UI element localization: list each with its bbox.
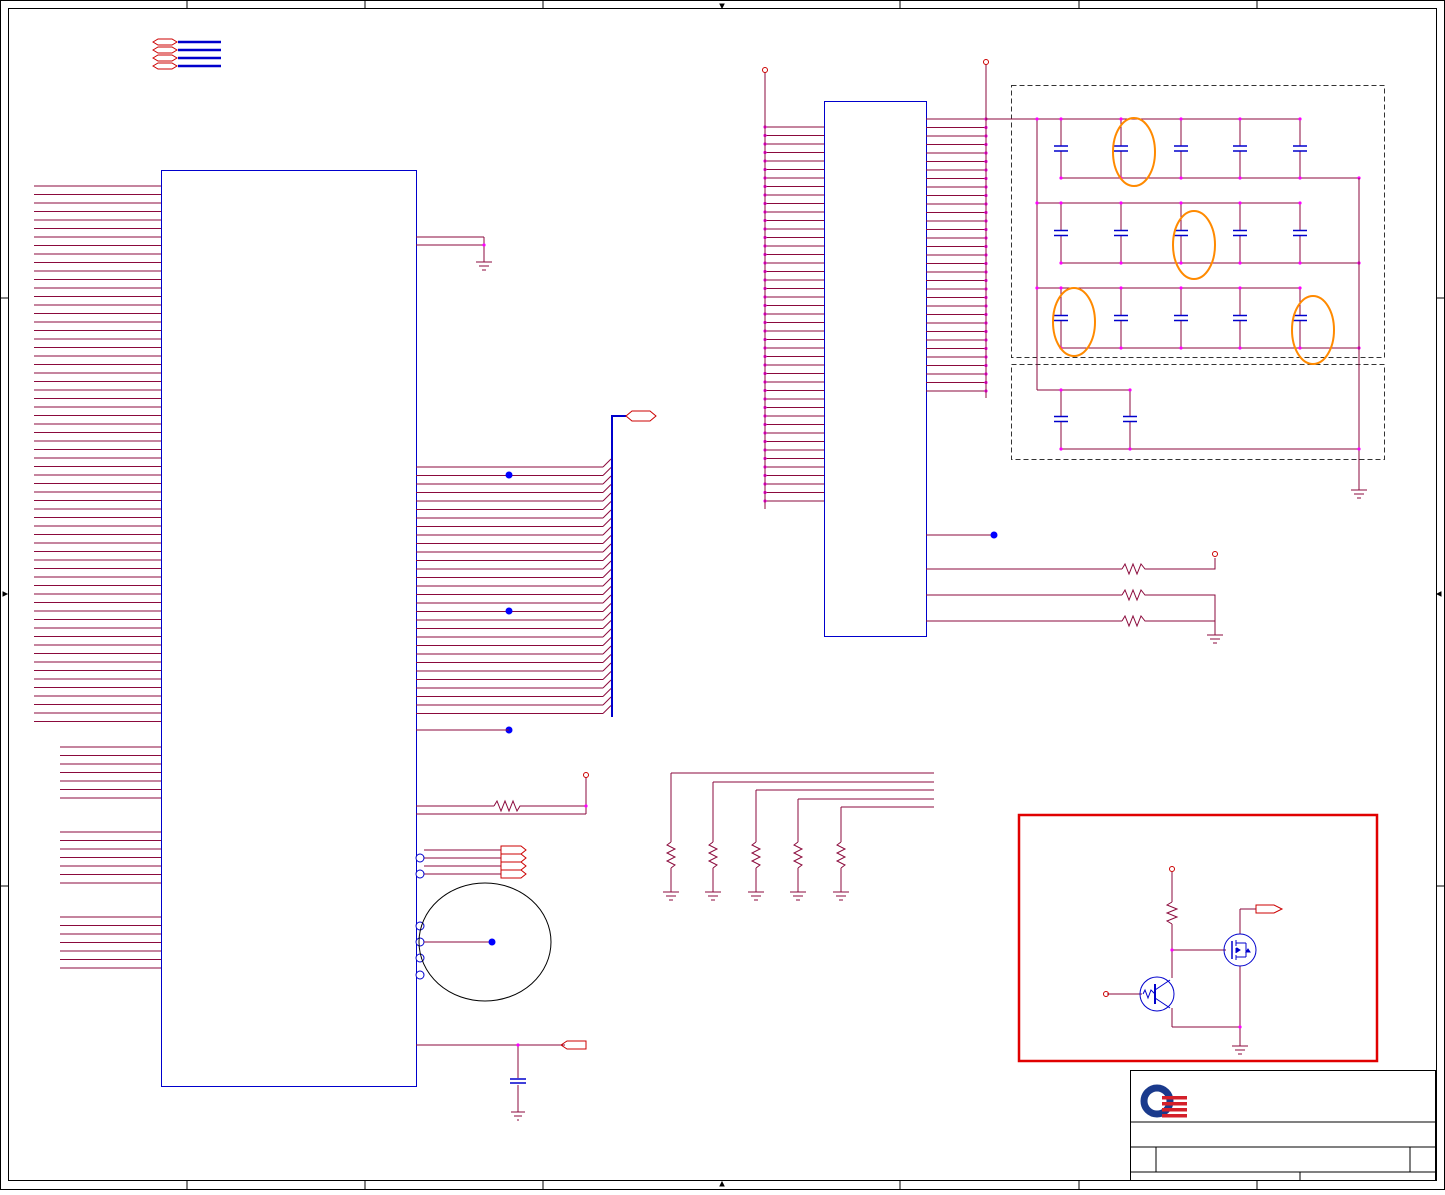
title-block bbox=[1130, 1070, 1436, 1181]
junction-dot bbox=[584, 804, 588, 808]
main-ic-right-bus-pins bbox=[416, 458, 612, 714]
data-bus bbox=[611, 410, 657, 717]
highlight-ellipse bbox=[1172, 210, 1216, 280]
ground-symbol bbox=[476, 261, 492, 271]
schematic-canvas bbox=[0, 0, 1445, 1190]
npn-transistor-icon[interactable] bbox=[1139, 976, 1175, 1012]
mosfet-icon[interactable] bbox=[1223, 933, 1257, 967]
main-ic-body[interactable] bbox=[161, 170, 417, 1087]
ground-net-u1 bbox=[416, 236, 485, 262]
highlight-ellipses bbox=[1052, 117, 1335, 365]
resistor-icon bbox=[707, 841, 719, 869]
connector-body[interactable] bbox=[824, 101, 927, 637]
resistor-icon bbox=[665, 841, 677, 869]
junction-dot bbox=[482, 243, 486, 247]
highlight-box-load-switch bbox=[1017, 813, 1379, 1063]
decoupling-dashed-box-main bbox=[1011, 85, 1385, 460]
highlight-ellipse bbox=[1291, 295, 1335, 365]
power-rail-icon bbox=[583, 772, 589, 778]
connector-signals bbox=[926, 534, 1223, 644]
bypass-cap-bottom bbox=[416, 1044, 565, 1121]
port-arrow bbox=[1255, 904, 1284, 914]
highlight-ellipse bbox=[1052, 287, 1096, 357]
decoupling-capacitor-grid bbox=[986, 117, 1367, 499]
power-rail-icon bbox=[1212, 551, 1218, 557]
company-logo-icon bbox=[1140, 1084, 1187, 1118]
net-dot[interactable] bbox=[505, 607, 513, 615]
resistor-icon bbox=[792, 841, 804, 869]
sheet-frame bbox=[0, 0, 1445, 1190]
power-rail-icon bbox=[1169, 866, 1175, 872]
pullup-resistor-u1 bbox=[416, 777, 587, 815]
net-dot[interactable] bbox=[488, 938, 496, 946]
resistor-icon bbox=[750, 841, 762, 869]
main-ic-left-pins bbox=[34, 185, 161, 969]
schematic-sheet bbox=[0, 0, 1445, 1190]
resistor-icon bbox=[835, 841, 847, 869]
connector-pins bbox=[763, 64, 988, 509]
net-dot[interactable] bbox=[505, 471, 513, 479]
output-ports bbox=[416, 849, 501, 875]
load-switch-circuit bbox=[1107, 872, 1256, 1055]
bus-port-group bbox=[152, 38, 221, 70]
power-rail-icon bbox=[762, 67, 768, 73]
pulldown-resistor-array bbox=[663, 772, 934, 901]
highlight-ellipse bbox=[1112, 117, 1156, 187]
junction-dot bbox=[516, 1043, 520, 1047]
no-connect-pins bbox=[415, 853, 425, 980]
net-dot[interactable] bbox=[990, 531, 998, 539]
power-rail-icon bbox=[983, 59, 989, 65]
